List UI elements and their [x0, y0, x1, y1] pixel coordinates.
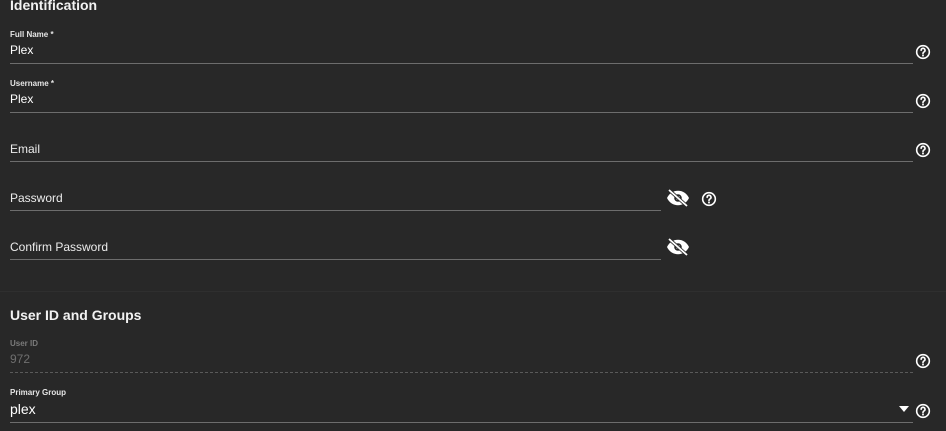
- primary-group-label: Primary Group: [10, 388, 67, 397]
- eye-off-icon[interactable]: [666, 237, 690, 257]
- full-name-underline: [10, 63, 913, 64]
- full-name-label: Full Name *: [10, 30, 54, 39]
- email-underline: [10, 161, 913, 162]
- confirm-password-field[interactable]: Confirm Password: [10, 226, 661, 260]
- groups-section-title: User ID and Groups: [10, 307, 142, 323]
- username-underline: [10, 112, 913, 113]
- help-icon[interactable]: [700, 190, 718, 208]
- username-input[interactable]: Plex: [10, 92, 33, 106]
- confirm-password-underline: [10, 259, 661, 260]
- email-field[interactable]: Email: [10, 128, 913, 162]
- identification-section-title: Identification: [10, 0, 98, 13]
- full-name-field[interactable]: Full Name * Plex: [10, 30, 913, 64]
- password-underline: [10, 210, 661, 211]
- eye-off-icon[interactable]: [666, 188, 690, 208]
- password-label: Password: [10, 191, 63, 205]
- confirm-password-label: Confirm Password: [10, 240, 109, 254]
- help-icon[interactable]: [914, 402, 932, 420]
- help-icon[interactable]: [914, 352, 932, 370]
- primary-group-select[interactable]: Primary Group plex: [10, 388, 913, 423]
- user-id-label: User ID: [10, 339, 39, 348]
- username-label: Username *: [10, 79, 55, 88]
- user-id-underline: [10, 372, 913, 373]
- primary-group-underline: [10, 422, 913, 423]
- user-form-page: Identification Full Name * Plex Username…: [0, 0, 946, 431]
- email-label: Email: [10, 142, 41, 156]
- caret-down-icon[interactable]: [898, 404, 910, 414]
- help-icon[interactable]: [914, 43, 932, 61]
- help-icon[interactable]: [914, 141, 932, 159]
- help-icon[interactable]: [914, 92, 932, 110]
- password-field[interactable]: Password: [10, 177, 661, 211]
- user-id-field: User ID 972: [10, 339, 913, 373]
- username-field[interactable]: Username * Plex: [10, 79, 913, 113]
- primary-group-value[interactable]: plex: [10, 401, 36, 417]
- full-name-input[interactable]: Plex: [10, 43, 33, 57]
- user-id-input: 972: [10, 352, 31, 366]
- section-divider: [0, 291, 946, 292]
